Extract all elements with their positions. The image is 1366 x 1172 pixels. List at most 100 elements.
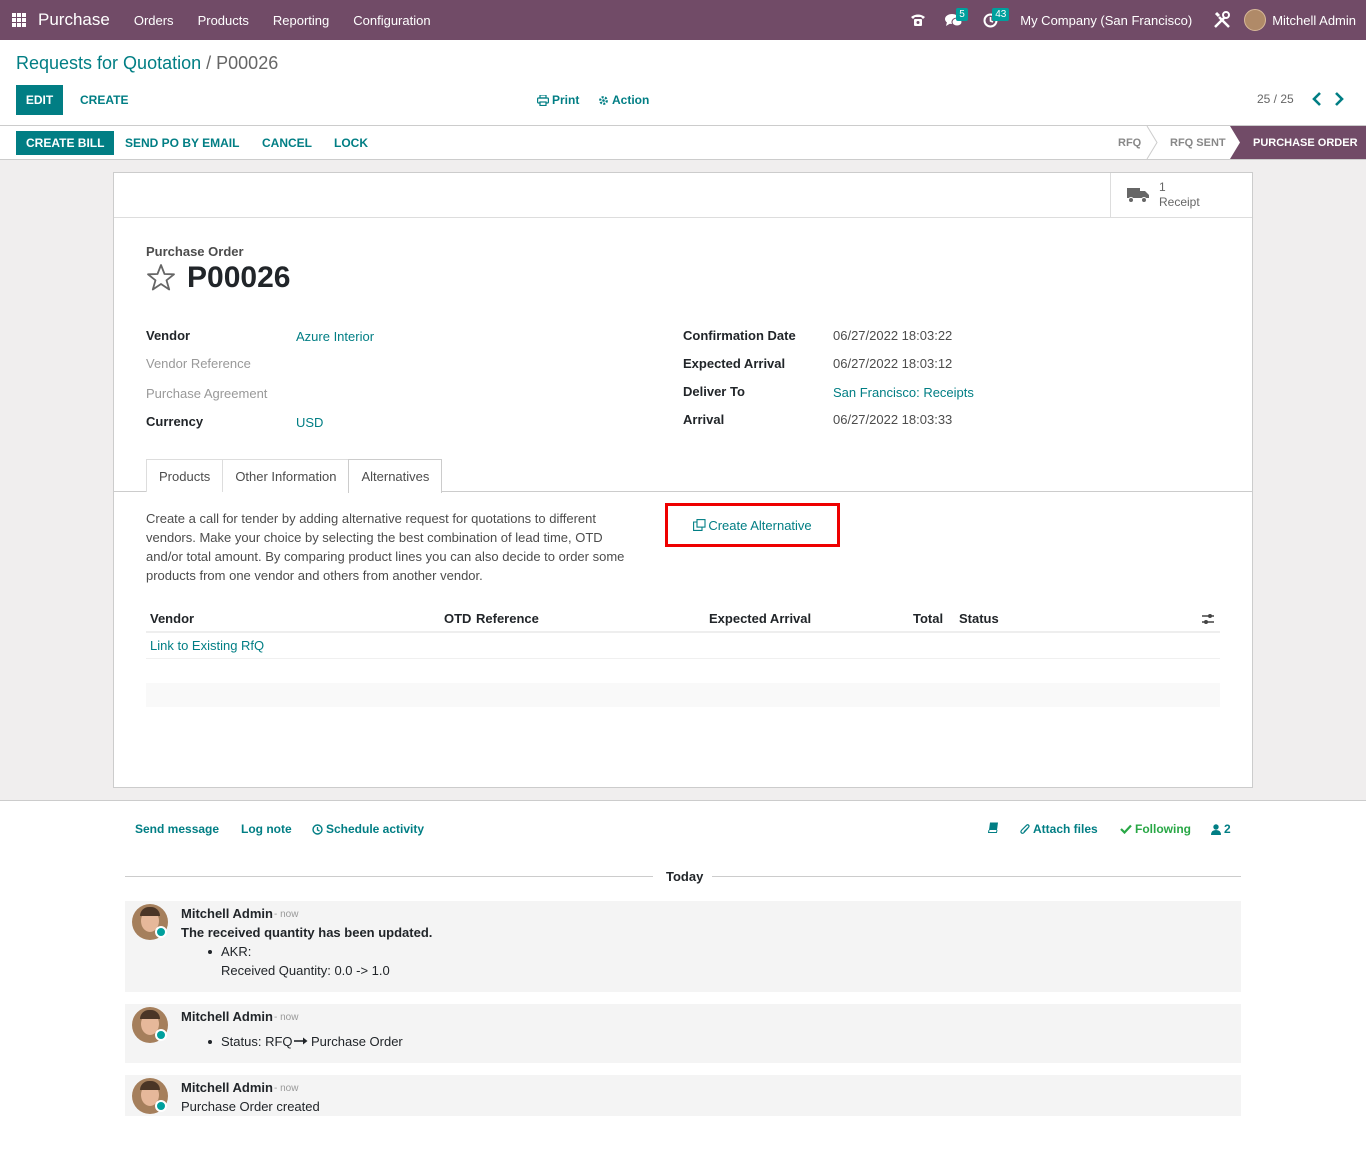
column-reference[interactable]: Reference xyxy=(476,611,539,626)
menu-orders[interactable]: Orders xyxy=(122,13,186,28)
schedule-activity-button[interactable]: Schedule activity xyxy=(312,822,424,836)
cancel-button[interactable]: CANCEL xyxy=(252,131,322,155)
edit-button[interactable]: EDIT xyxy=(16,85,63,115)
vendor-reference-label: Vendor Reference xyxy=(146,356,251,371)
messages-badge: 5 xyxy=(956,8,968,21)
message-time: - now xyxy=(274,1012,299,1023)
user-menu[interactable]: Mitchell Admin xyxy=(1272,13,1356,28)
arrival-value: 06/27/2022 18:03:33 xyxy=(833,412,953,427)
tab-products[interactable]: Products xyxy=(146,459,224,492)
company-switcher[interactable]: My Company (San Francisco) xyxy=(1008,13,1204,28)
apps-menu-icon[interactable] xyxy=(12,13,26,27)
attach-files-label: Attach files xyxy=(1033,822,1098,836)
column-status[interactable]: Status xyxy=(959,611,999,626)
pager-next-button[interactable] xyxy=(1331,90,1347,108)
print-button[interactable]: Print xyxy=(537,85,579,115)
star-icon[interactable] xyxy=(146,263,176,293)
stage-separator xyxy=(1146,126,1158,159)
date-separator: Today xyxy=(666,869,704,884)
create-alternative-highlight: Create Alternative xyxy=(665,503,840,547)
create-button[interactable]: CREATE xyxy=(70,85,138,115)
attach-files-button[interactable]: Attach files xyxy=(1020,822,1098,836)
action-label: Action xyxy=(612,93,650,107)
bullet-dot xyxy=(208,950,212,954)
purchase-agreement-label: Purchase Agreement xyxy=(146,386,268,401)
po-number: P00026 xyxy=(187,261,291,294)
status-change-to: Purchase Order xyxy=(311,1034,403,1049)
chatter-message: Mitchell Admin - now Status: RFQ Purchas… xyxy=(125,1004,1241,1063)
link-existing-rfq[interactable]: Link to Existing RfQ xyxy=(150,638,264,653)
pager-value[interactable]: 25 / 25 xyxy=(1257,92,1294,106)
optional-columns-icon[interactable] xyxy=(1201,613,1215,625)
lock-button[interactable]: LOCK xyxy=(324,131,378,155)
currency-label: Currency xyxy=(146,414,204,429)
activities-clock-icon[interactable]: 43 xyxy=(972,0,1010,40)
create-alternative-button[interactable]: Create Alternative xyxy=(693,517,812,533)
breadcrumb-current: P00026 xyxy=(216,53,279,73)
date-separator-line xyxy=(125,876,653,877)
followers-count: 2 xyxy=(1224,822,1231,836)
chatter-message: Mitchell Admin - now The received quanti… xyxy=(125,901,1241,992)
message-author[interactable]: Mitchell Admin xyxy=(181,1009,273,1024)
log-note-button[interactable]: Log note xyxy=(241,822,292,836)
currency-value[interactable]: USD xyxy=(296,415,323,430)
followers-button[interactable]: 2 xyxy=(1211,822,1231,836)
status-change-from: Status: RFQ xyxy=(221,1034,293,1049)
receipt-label: Receipt xyxy=(1159,195,1200,209)
message-time: - now xyxy=(274,909,299,920)
table-row-empty xyxy=(146,683,1220,707)
tab-other-information[interactable]: Other Information xyxy=(222,459,350,492)
user-icon xyxy=(1211,823,1221,835)
column-otd[interactable]: OTD xyxy=(444,611,471,626)
app-name[interactable]: Purchase xyxy=(38,10,110,30)
print-label: Print xyxy=(552,93,580,107)
user-avatar[interactable] xyxy=(1244,9,1267,31)
column-vendor[interactable]: Vendor xyxy=(150,611,194,626)
receipt-count: 1 xyxy=(1159,180,1166,194)
expected-arrival-label: Expected Arrival xyxy=(683,356,786,371)
table-row-empty xyxy=(146,659,1220,683)
chevron-left-icon xyxy=(1312,92,1321,106)
message-time: - now xyxy=(274,1083,299,1094)
stage-purchase-order[interactable]: PURCHASE ORDER xyxy=(1243,126,1366,159)
message-bullet: AKR: xyxy=(221,944,252,959)
following-label: Following xyxy=(1135,822,1191,836)
create-bill-button[interactable]: CREATE BILL xyxy=(16,131,115,155)
stage-rfq-sent[interactable]: RFQ SENT xyxy=(1160,126,1232,159)
send-po-by-email-button[interactable]: SEND PO BY EMAIL xyxy=(115,131,249,155)
message-title: The received quantity has been updated. xyxy=(181,925,433,940)
column-total[interactable]: Total xyxy=(913,611,943,626)
bullet-dot xyxy=(208,1040,212,1044)
phone-icon[interactable] xyxy=(900,0,936,40)
expected-arrival-value: 06/27/2022 18:03:12 xyxy=(833,356,953,371)
following-button[interactable]: Following xyxy=(1120,822,1191,836)
menu-reporting[interactable]: Reporting xyxy=(261,13,341,28)
vendor-value[interactable]: Azure Interior xyxy=(296,329,374,344)
alternatives-description: Create a call for tender by adding alter… xyxy=(146,511,625,583)
truck-icon xyxy=(1127,188,1149,203)
menu-products[interactable]: Products xyxy=(186,13,261,28)
breadcrumb-separator: / xyxy=(206,53,212,73)
message-author[interactable]: Mitchell Admin xyxy=(181,1080,273,1095)
breadcrumb: Requests for Quotation / P00026 xyxy=(16,53,278,74)
create-alternative-label: Create Alternative xyxy=(708,517,812,533)
receipt-smart-button[interactable]: 1 Receipt xyxy=(1110,173,1252,217)
date-separator-line xyxy=(712,876,1241,877)
menu-configuration[interactable]: Configuration xyxy=(341,13,442,28)
stage-rfq[interactable]: RFQ xyxy=(1108,126,1150,159)
book-icon-button[interactable] xyxy=(988,822,999,833)
breadcrumb-parent[interactable]: Requests for Quotation xyxy=(16,53,201,73)
deliver-to-value[interactable]: San Francisco: Receipts xyxy=(833,385,974,400)
online-status-dot xyxy=(155,1100,167,1112)
print-icon xyxy=(537,94,549,106)
book-icon xyxy=(988,822,998,833)
debug-tools-icon[interactable] xyxy=(1204,0,1240,40)
message-author[interactable]: Mitchell Admin xyxy=(181,906,273,921)
column-expected-arrival[interactable]: Expected Arrival xyxy=(709,611,811,626)
pager-previous-button[interactable] xyxy=(1309,90,1325,108)
action-button[interactable]: Action xyxy=(598,85,649,115)
alternatives-table-header: Vendor OTD Reference Expected Arrival To… xyxy=(146,603,1220,633)
messages-icon[interactable]: 5 xyxy=(936,0,972,40)
send-message-button[interactable]: Send message xyxy=(135,822,219,836)
tab-alternatives[interactable]: Alternatives xyxy=(348,459,443,493)
